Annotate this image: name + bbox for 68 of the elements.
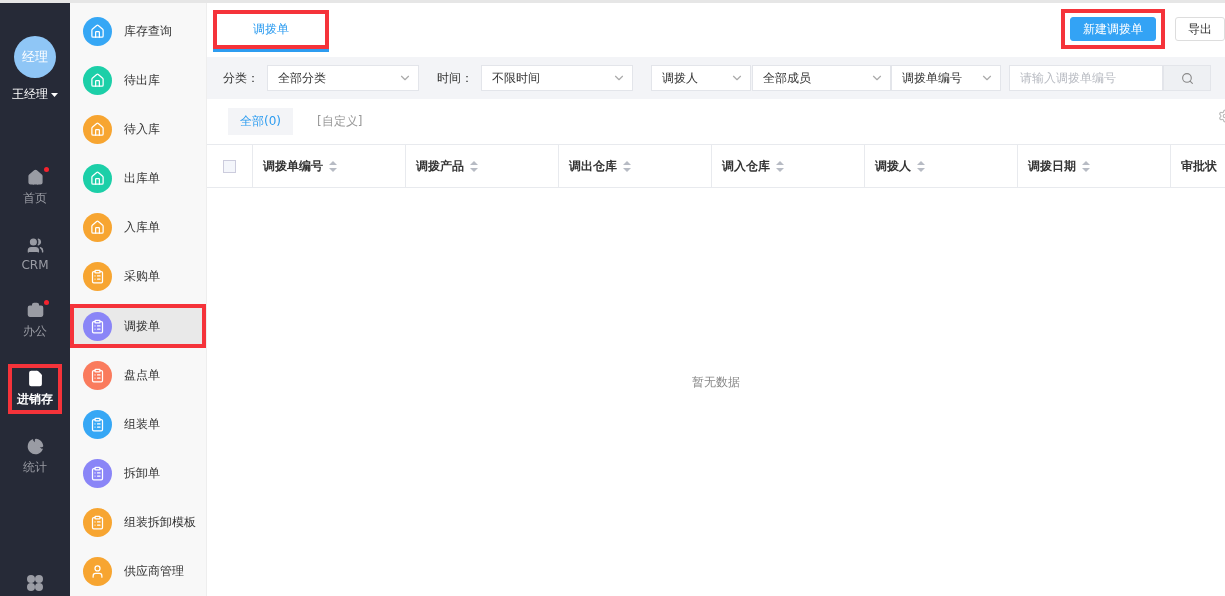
search-icon xyxy=(1180,71,1194,85)
sort-icon[interactable] xyxy=(470,160,478,172)
submenu-item[interactable]: 待入库 xyxy=(70,108,206,152)
sort-icon[interactable] xyxy=(776,160,784,172)
submenu-label: 待入库 xyxy=(124,121,160,139)
filter-label: 时间： xyxy=(437,69,473,87)
column-header[interactable]: 审批状 xyxy=(1171,145,1225,187)
column-header[interactable]: 调入仓库 xyxy=(712,145,865,187)
filter-select[interactable]: 不限时间 xyxy=(481,65,633,91)
nav-icon xyxy=(26,237,44,254)
export-button[interactable]: 导出 xyxy=(1175,17,1225,41)
filter-select[interactable]: 调拨单编号 xyxy=(891,65,1001,91)
nav-icon xyxy=(26,302,44,319)
nav-label: 办公 xyxy=(23,323,47,340)
nav-item[interactable]: 首页 xyxy=(8,163,62,213)
nav-label: 统计 xyxy=(23,459,47,476)
submenu-label: 供应商管理 xyxy=(124,562,184,580)
select-all-checkbox[interactable] xyxy=(223,159,236,173)
user-name-dropdown[interactable]: 王经理 xyxy=(12,86,58,103)
filter-select[interactable]: 全部分类 xyxy=(267,65,419,91)
submenu-label: 待出库 xyxy=(124,72,160,90)
submenu-item[interactable]: 调拨单 xyxy=(70,304,206,348)
submenu-item[interactable]: 出库单 xyxy=(70,157,206,201)
column-header[interactable]: 调拨单编号 xyxy=(253,145,406,187)
submenu-label: 组装拆卸模板 xyxy=(124,513,196,531)
column-header[interactable]: 调出仓库 xyxy=(559,145,712,187)
filter-select[interactable]: 调拨人 xyxy=(651,65,751,91)
sort-icon[interactable] xyxy=(623,160,631,172)
submenu-item[interactable]: 组装单 xyxy=(70,402,206,446)
submenu-label: 组装单 xyxy=(124,415,160,433)
submenu-item[interactable]: 拆卸单 xyxy=(70,451,206,495)
submenu-item[interactable]: 待出库 xyxy=(70,59,206,103)
column-header[interactable]: 调拨产品 xyxy=(406,145,559,187)
submenu-item[interactable]: 组装拆卸模板 xyxy=(70,500,206,544)
nav-label: 进销存 xyxy=(17,391,53,408)
submenu-item[interactable]: 盘点单 xyxy=(70,353,206,397)
submenu-label: 采购单 xyxy=(124,268,160,286)
nav-icon xyxy=(26,169,44,186)
submenu-label: 入库单 xyxy=(124,219,160,237)
nav-icon xyxy=(26,370,44,387)
nav-item[interactable]: 统计 xyxy=(8,432,62,482)
nav-item[interactable]: 进销存 xyxy=(8,364,62,414)
submenu-item[interactable]: 供应商管理 xyxy=(70,549,206,593)
nav-label: 首页 xyxy=(23,190,47,207)
search-button[interactable] xyxy=(1163,65,1211,91)
search-field[interactable]: 请输入调拨单编号 xyxy=(1009,65,1163,91)
sort-icon[interactable] xyxy=(329,160,337,172)
sort-icon[interactable] xyxy=(917,160,925,172)
nav-icon xyxy=(26,438,44,455)
empty-message: 暂无数据 xyxy=(692,373,740,391)
nav-item[interactable]: 办公 xyxy=(8,296,62,346)
submenu-label: 盘点单 xyxy=(124,366,160,384)
filter-label: 分类： xyxy=(223,69,259,87)
nav-label: CRM xyxy=(21,258,49,272)
filter-select[interactable]: 全部成员 xyxy=(752,65,891,91)
submenu-label: 库存查询 xyxy=(124,23,172,41)
column-header[interactable]: 调拨日期 xyxy=(1018,145,1171,187)
column-header[interactable]: 调拨人 xyxy=(865,145,1018,187)
caret-icon xyxy=(51,92,58,97)
submenu-item[interactable]: 入库单 xyxy=(70,206,206,250)
submenu-label: 拆卸单 xyxy=(124,464,160,482)
submenu-label: 出库单 xyxy=(124,170,160,188)
submenu-item[interactable]: 采购单 xyxy=(70,255,206,299)
submenu-label: 调拨单 xyxy=(124,317,160,335)
sort-icon[interactable] xyxy=(1082,160,1090,172)
nav-item[interactable]: CRM xyxy=(8,231,62,278)
submenu-item[interactable]: 库存查询 xyxy=(70,10,206,54)
apps-icon[interactable] xyxy=(26,574,44,592)
